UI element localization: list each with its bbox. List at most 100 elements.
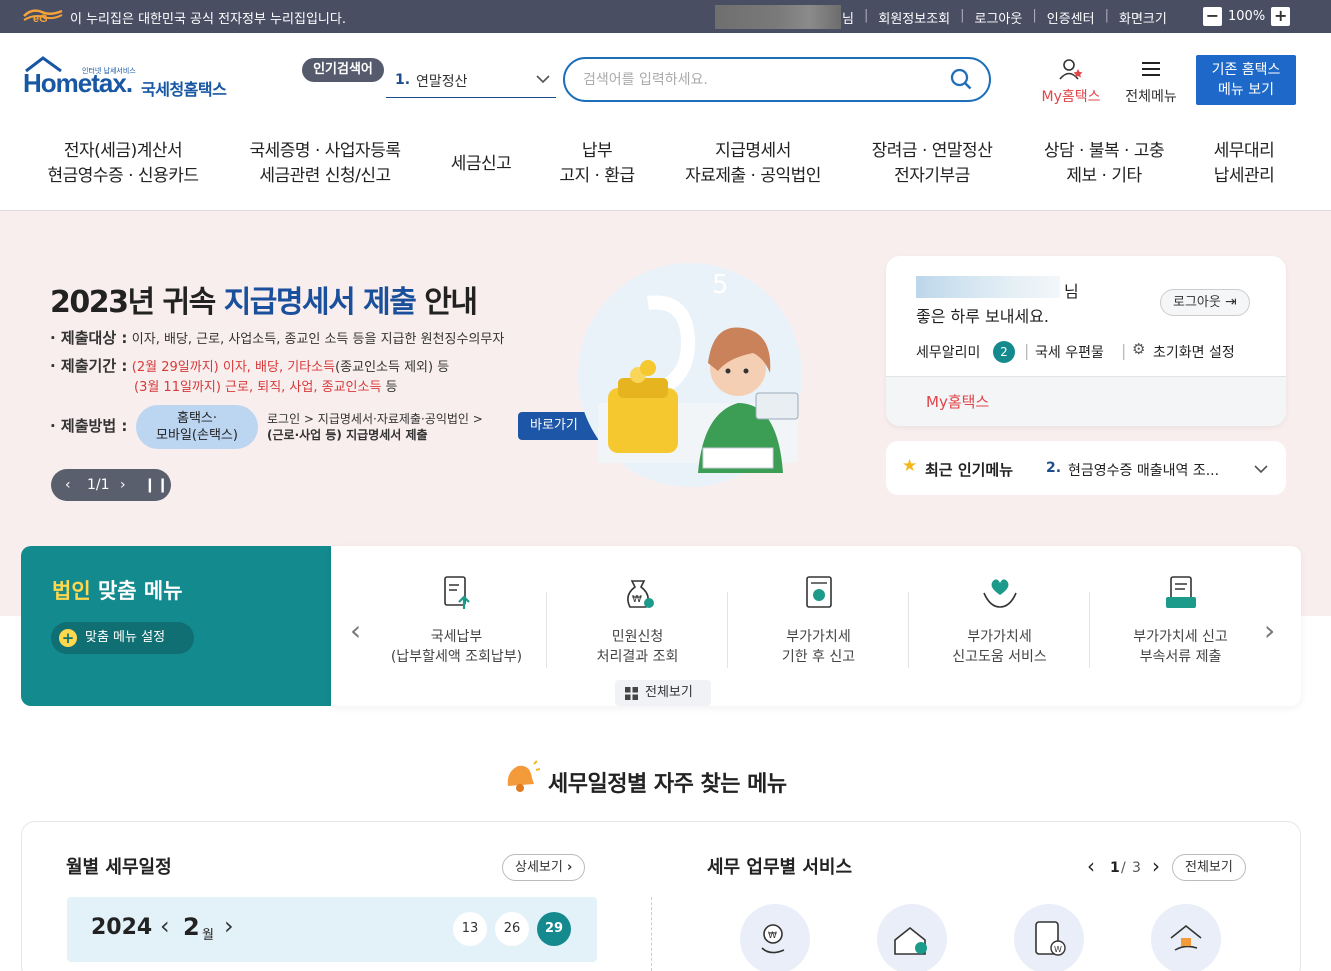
member-info-link[interactable]: 회원정보조회 bbox=[878, 8, 950, 27]
heart-hands-icon bbox=[982, 579, 1017, 608]
schedule-day[interactable]: 13 bbox=[453, 912, 487, 946]
pause-icon[interactable]: ❙❙ bbox=[144, 469, 169, 501]
next-month-icon[interactable]: › bbox=[224, 912, 234, 940]
banner-pager: ‹ 1/1 › ❙❙ bbox=[51, 469, 171, 501]
home-setting-link[interactable]: 초기화면 설정 bbox=[1153, 342, 1235, 362]
banner-title: 2023년 귀속 지급명세서 제출 안내 bbox=[50, 285, 478, 320]
svg-text:₩: ₩ bbox=[768, 931, 777, 941]
old-menu-button[interactable]: 기존 홈택스 메뉴 보기 bbox=[1196, 55, 1296, 105]
schedule-day-selected[interactable]: 29 bbox=[537, 912, 571, 946]
tax-alarm-link[interactable]: 세무알리미 bbox=[916, 342, 980, 362]
star-icon: ★ bbox=[902, 456, 918, 476]
search-box bbox=[563, 57, 991, 102]
logo-korean: 국세청홈택스 bbox=[141, 80, 227, 99]
corp-menu-prev-icon[interactable]: ‹ bbox=[350, 614, 361, 647]
card-logout-button[interactable]: 로그아웃 ⇥ bbox=[1160, 289, 1250, 316]
banner-period-1: · 제출기간 : (2월 29일까지) 이자, 배당, 기타소득(종교인소득 제… bbox=[50, 357, 450, 375]
cert-center-link[interactable]: 인증센터 bbox=[1047, 8, 1095, 27]
tax-mail-link[interactable]: 국세 우편물 bbox=[1035, 342, 1104, 362]
service-prev-icon[interactable]: ‹ bbox=[1087, 854, 1095, 878]
popular-term: 연말정산 bbox=[416, 74, 468, 90]
method-description: 로그인 > 지급명세서·자료제출·공익법인 > (근로·사업 등) 지급명세서 제… bbox=[267, 412, 483, 442]
prev-month-icon[interactable]: ‹ bbox=[160, 912, 170, 940]
zoom-in-button[interactable]: + bbox=[1271, 7, 1291, 26]
svg-text:W: W bbox=[1054, 945, 1062, 954]
schedule-section-title: 세무일정별 자주 찾는 메뉴 bbox=[548, 772, 787, 797]
calendar-year: 2024 bbox=[91, 915, 153, 940]
gnb-item-payment-statement[interactable]: 지급명세서 자료제출 · 공익법인 bbox=[678, 139, 828, 189]
schedule-day[interactable]: 26 bbox=[495, 912, 529, 946]
service-page-total: 3 bbox=[1132, 860, 1141, 876]
gnb-item-certificate[interactable]: 국세증명 · 사업자등록 세금관련 신청/신고 bbox=[244, 139, 406, 189]
corp-menu-item-vat-help[interactable]: 부가가치세 신고도움 서비스 bbox=[909, 573, 1090, 667]
detail-view-button[interactable]: 상세보기 › bbox=[502, 854, 586, 881]
method-chip: 홈택스· 모바일(손택스) bbox=[136, 405, 258, 449]
top-notice-bar: eG 이 누리집은 대한민국 공식 전자정부 누리집입니다. 님 | 회원정보조… bbox=[0, 0, 1331, 33]
service-hand-coin-icon[interactable]: ₩ bbox=[740, 904, 810, 971]
search-input[interactable] bbox=[583, 68, 923, 92]
service-document-coin-icon[interactable]: W bbox=[1014, 904, 1084, 971]
popular-search-badge: 인기검색어 bbox=[302, 58, 384, 82]
chevron-down-icon[interactable] bbox=[1254, 464, 1268, 474]
gnb-item-einvoice[interactable]: 전자(세금)계산서 현금영수증 · 신용카드 bbox=[43, 139, 203, 189]
logout-link[interactable]: 로그아웃 bbox=[975, 8, 1023, 27]
logo-wordmark: Hometax. bbox=[23, 68, 133, 98]
service-section-title: 세무 업무별 서비스 bbox=[707, 857, 853, 878]
document-upload-icon bbox=[443, 576, 470, 609]
username-suffix: 님 bbox=[842, 12, 854, 27]
egov-logo-icon: eG bbox=[23, 9, 63, 25]
grid-icon bbox=[625, 687, 638, 700]
top-links: 님 | 회원정보조회 | 로그아웃 | 인증센터 | 화면크기 bbox=[842, 8, 1167, 27]
myhometax-button[interactable]: My홈택스 bbox=[1037, 58, 1105, 106]
zoom-control: − 100% + bbox=[1203, 7, 1291, 26]
gear-icon: ⚙ bbox=[1132, 340, 1146, 358]
masked-username-card bbox=[916, 276, 1060, 298]
old-menu-line2: 메뉴 보기 bbox=[1218, 82, 1274, 98]
next-arrow-icon[interactable]: › bbox=[120, 469, 126, 501]
popular-search-select[interactable]: 1. 연말정산 bbox=[386, 62, 556, 98]
all-menu-label: 전체메뉴 bbox=[1125, 89, 1177, 105]
service-view-all-button[interactable]: 전체보기 bbox=[1172, 854, 1246, 881]
popular-menu-label: 최근 인기메뉴 bbox=[925, 461, 1014, 479]
gnb-item-tax-filing[interactable]: 세금신고 bbox=[442, 152, 520, 177]
masked-username bbox=[715, 5, 841, 29]
alarm-count-badge: 2 bbox=[993, 341, 1015, 363]
gnb-item-consult[interactable]: 상담 · 불복 · 고충 제보 · 기타 bbox=[1036, 139, 1172, 189]
corp-menu-title: 법인 맞춤 메뉴 bbox=[52, 579, 183, 603]
corp-menu-item-vat-docs[interactable]: 부가가치세 신고 부속서류 제출 bbox=[1090, 573, 1271, 667]
corp-menu-item-civil-result[interactable]: ₩ 민원신청 처리결과 조회 bbox=[547, 573, 728, 667]
popular-menu-text: 현금영수증 매출내역 조... bbox=[1068, 463, 1220, 479]
gnb-item-payment[interactable]: 납부 고지 · 환급 bbox=[553, 139, 641, 189]
zoom-level: 100% bbox=[1228, 9, 1266, 24]
banner-illustration: 5 bbox=[578, 263, 802, 487]
monthly-schedule-title: 월별 세무일정 bbox=[66, 857, 172, 878]
service-next-icon[interactable]: › bbox=[1152, 854, 1160, 878]
gnb-item-incentive[interactable]: 장려금 · 연말정산 전자기부금 bbox=[864, 139, 1000, 189]
search-icon[interactable] bbox=[950, 68, 972, 90]
service-house-coin-icon[interactable] bbox=[877, 904, 947, 971]
popular-rank: 1. bbox=[395, 72, 411, 88]
corp-menu-item-vat-late[interactable]: 부가가치세 기한 후 신고 bbox=[728, 573, 909, 667]
card-username-suffix: 님 bbox=[1064, 282, 1079, 301]
chevron-down-icon bbox=[536, 75, 550, 84]
service-page-current: 1 bbox=[1110, 860, 1120, 876]
corp-menu-item-tax-payment[interactable]: 국세납부 (납부할세액 조회납부) bbox=[366, 573, 547, 667]
document-tray-icon bbox=[1165, 576, 1196, 608]
popular-menu-rank: 2. bbox=[1046, 460, 1062, 476]
user-star-icon bbox=[1059, 59, 1083, 80]
custom-menu-setting-button[interactable]: + 맞춤 메뉴 설정 bbox=[51, 622, 194, 654]
banner-target: · 제출대상 : 이자, 배당, 근로, 사업소득, 종교인 소득 등을 지급한… bbox=[50, 329, 505, 347]
svg-text:5: 5 bbox=[712, 270, 729, 300]
screen-size-label: 화면크기 bbox=[1118, 12, 1167, 27]
zoom-out-button[interactable]: − bbox=[1203, 7, 1222, 26]
hamburger-icon bbox=[1142, 62, 1160, 76]
banner-period-2: (3월 11일까지) 근로, 퇴직, 사업, 종교인소득 등 bbox=[134, 380, 398, 395]
gnb-item-agent[interactable]: 세무대리 납세관리 bbox=[1205, 139, 1283, 189]
money-bag-icon: ₩ bbox=[626, 580, 654, 608]
prev-arrow-icon[interactable]: ‹ bbox=[65, 469, 71, 501]
all-menu-button[interactable]: 전체메뉴 bbox=[1120, 58, 1182, 106]
service-house-hand-icon[interactable] bbox=[1151, 904, 1221, 971]
card-myhometax-link[interactable]: My홈택스 bbox=[926, 391, 989, 412]
corp-menu-view-all[interactable]: 전체보기 bbox=[615, 680, 711, 706]
bell-icon bbox=[507, 760, 540, 792]
